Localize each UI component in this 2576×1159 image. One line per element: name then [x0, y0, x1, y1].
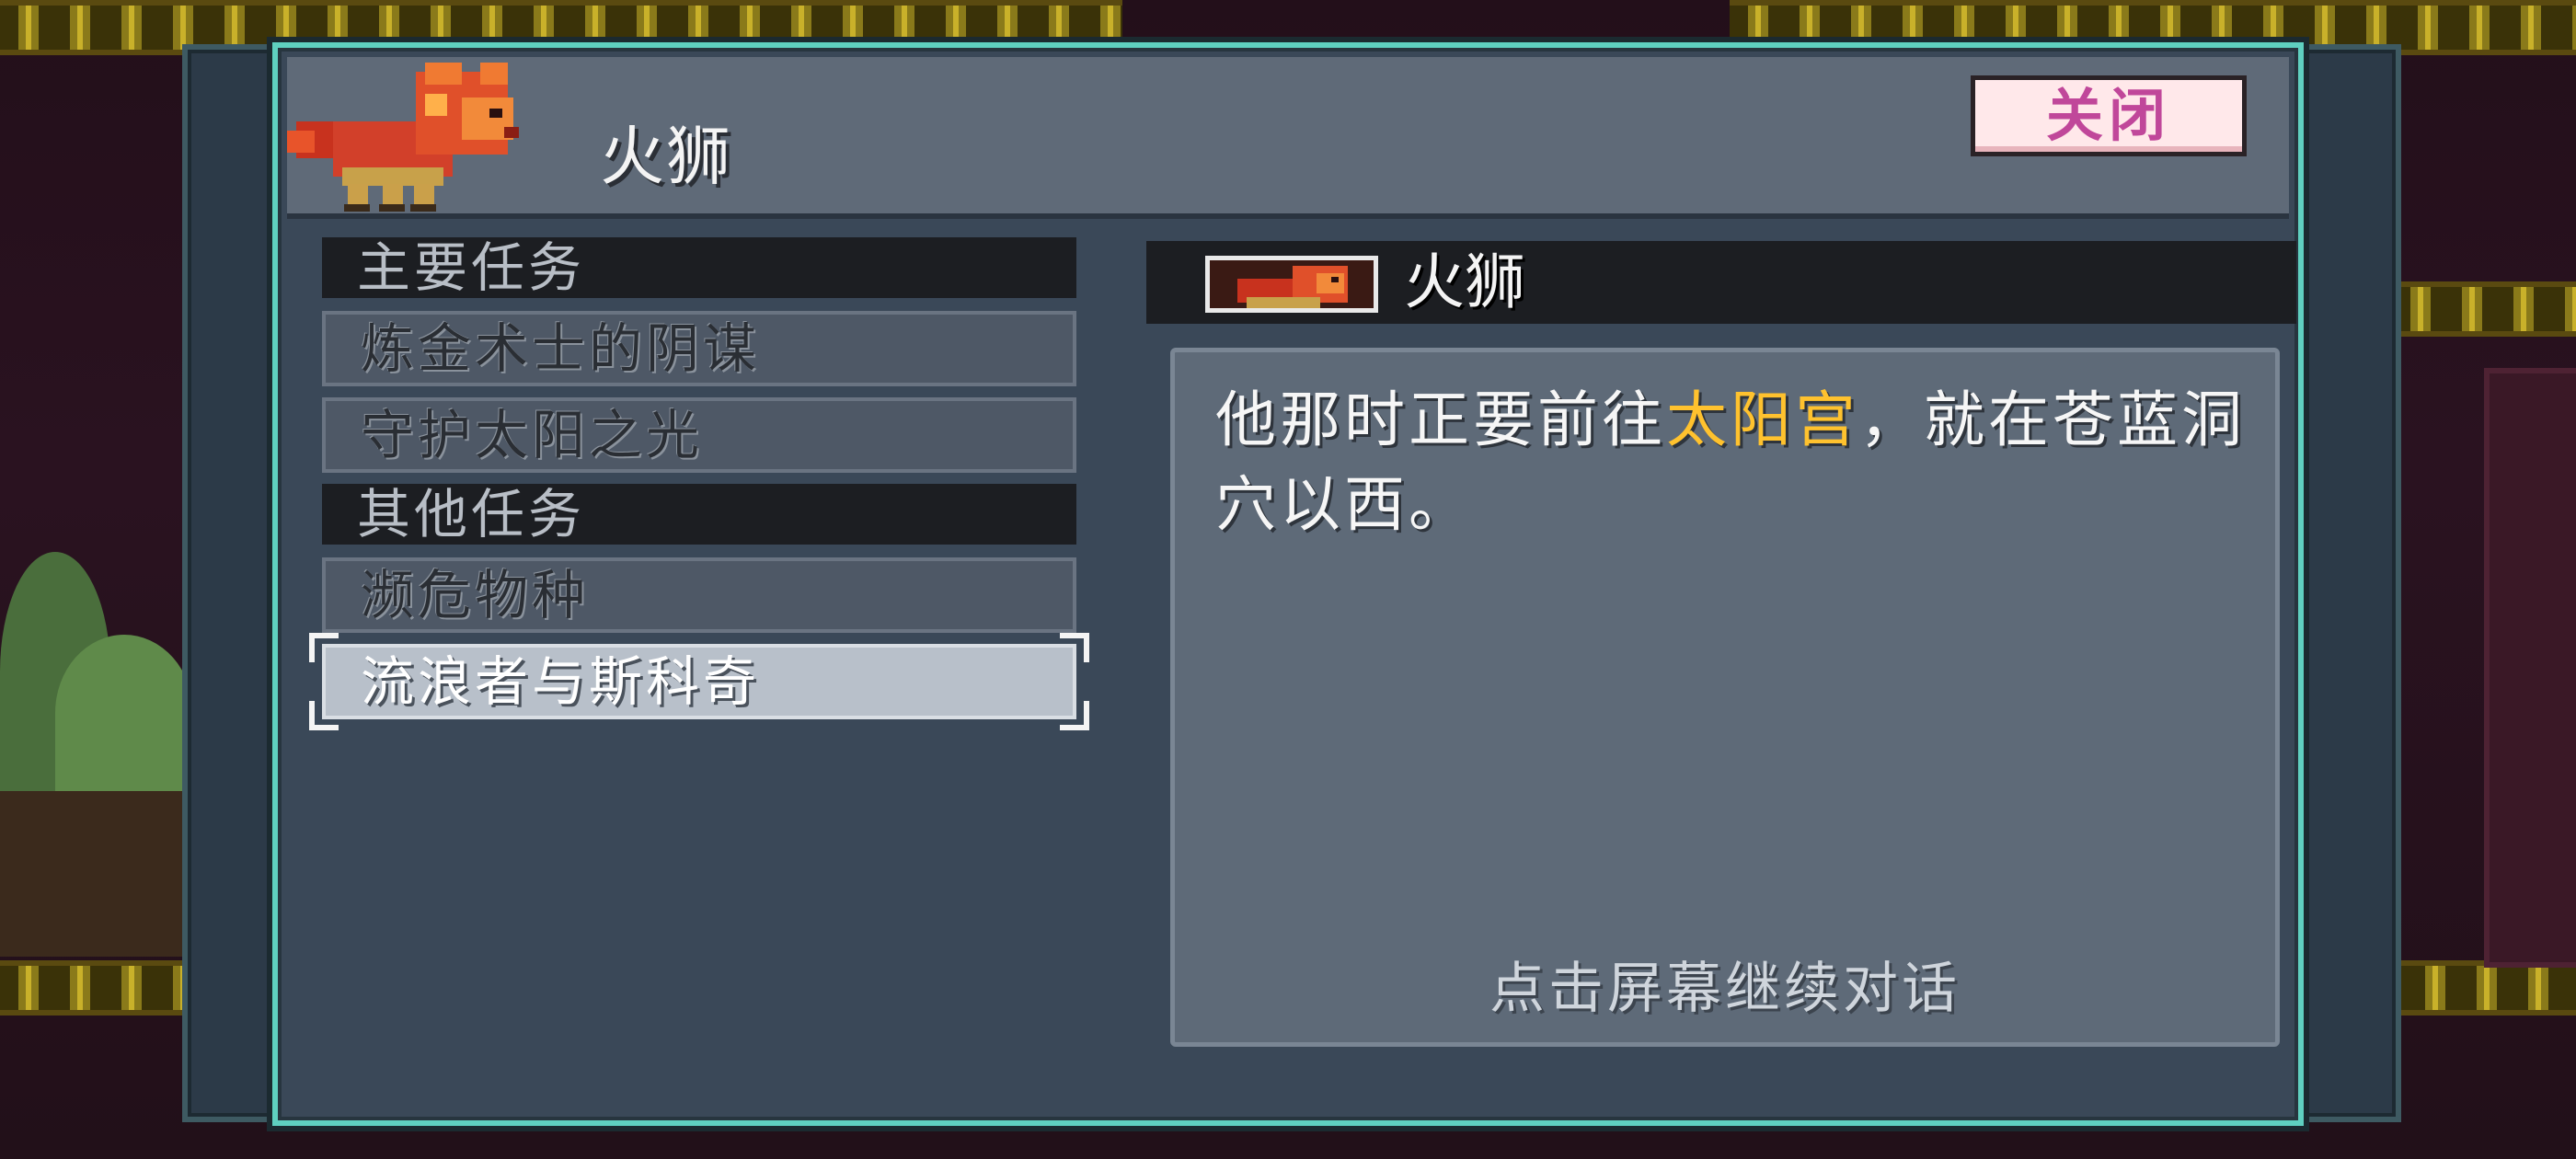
selection-corner	[1060, 633, 1089, 662]
fire-lion-icon	[287, 57, 535, 213]
dialogue-text: 他那时正要前往太阳宫，就在苍蓝洞穴以西。	[1215, 378, 2246, 547]
speaker-bar: 火狮	[1146, 241, 2296, 324]
dialogue-text-part: 他那时正要前往	[1215, 384, 1666, 455]
quest-item-endangered-species[interactable]: 濒危物种	[322, 557, 1076, 633]
highlighted-location: 太阳宫	[1666, 384, 1859, 455]
main-quests-header: 主要任务	[322, 237, 1076, 298]
quest-item-label: 流浪者与斯科奇	[361, 650, 761, 713]
background-bush	[55, 635, 193, 791]
speaker-name: 火狮	[1404, 247, 1525, 317]
selection-corner	[309, 701, 339, 730]
quest-list: 主要任务 炼金术士的阴谋 守护太阳之光 其他任务 濒危物种 流浪者与斯科奇	[309, 237, 1089, 730]
selection-corner	[309, 633, 339, 662]
quest-dialog: 火狮 关闭 主要任务 炼金术士的阴谋 守护太阳之光 其他任务 濒危物种 流浪者与…	[272, 42, 2304, 1126]
npc-name: 火狮	[600, 119, 732, 194]
quest-item-guard-sunlight[interactable]: 守护太阳之光	[322, 397, 1076, 473]
quest-item-alchemist-plot[interactable]: 炼金术士的阴谋	[322, 311, 1076, 386]
selection-corner	[1060, 701, 1089, 730]
speaker-portrait-icon	[1205, 256, 1378, 313]
close-button[interactable]: 关闭	[1971, 75, 2247, 156]
background-pillar	[2484, 368, 2576, 968]
continue-hint: 点击屏幕继续对话	[1489, 957, 1961, 1021]
quest-item-wanderer-scorch[interactable]: 流浪者与斯科奇	[309, 633, 1089, 730]
dialog-header: 火狮 关闭	[287, 57, 2289, 219]
other-quests-header: 其他任务	[322, 484, 1076, 545]
ledge-ornament	[2392, 281, 2576, 337]
dialogue-box[interactable]: 他那时正要前往太阳宫，就在苍蓝洞穴以西。 点击屏幕继续对话	[1170, 348, 2280, 1047]
